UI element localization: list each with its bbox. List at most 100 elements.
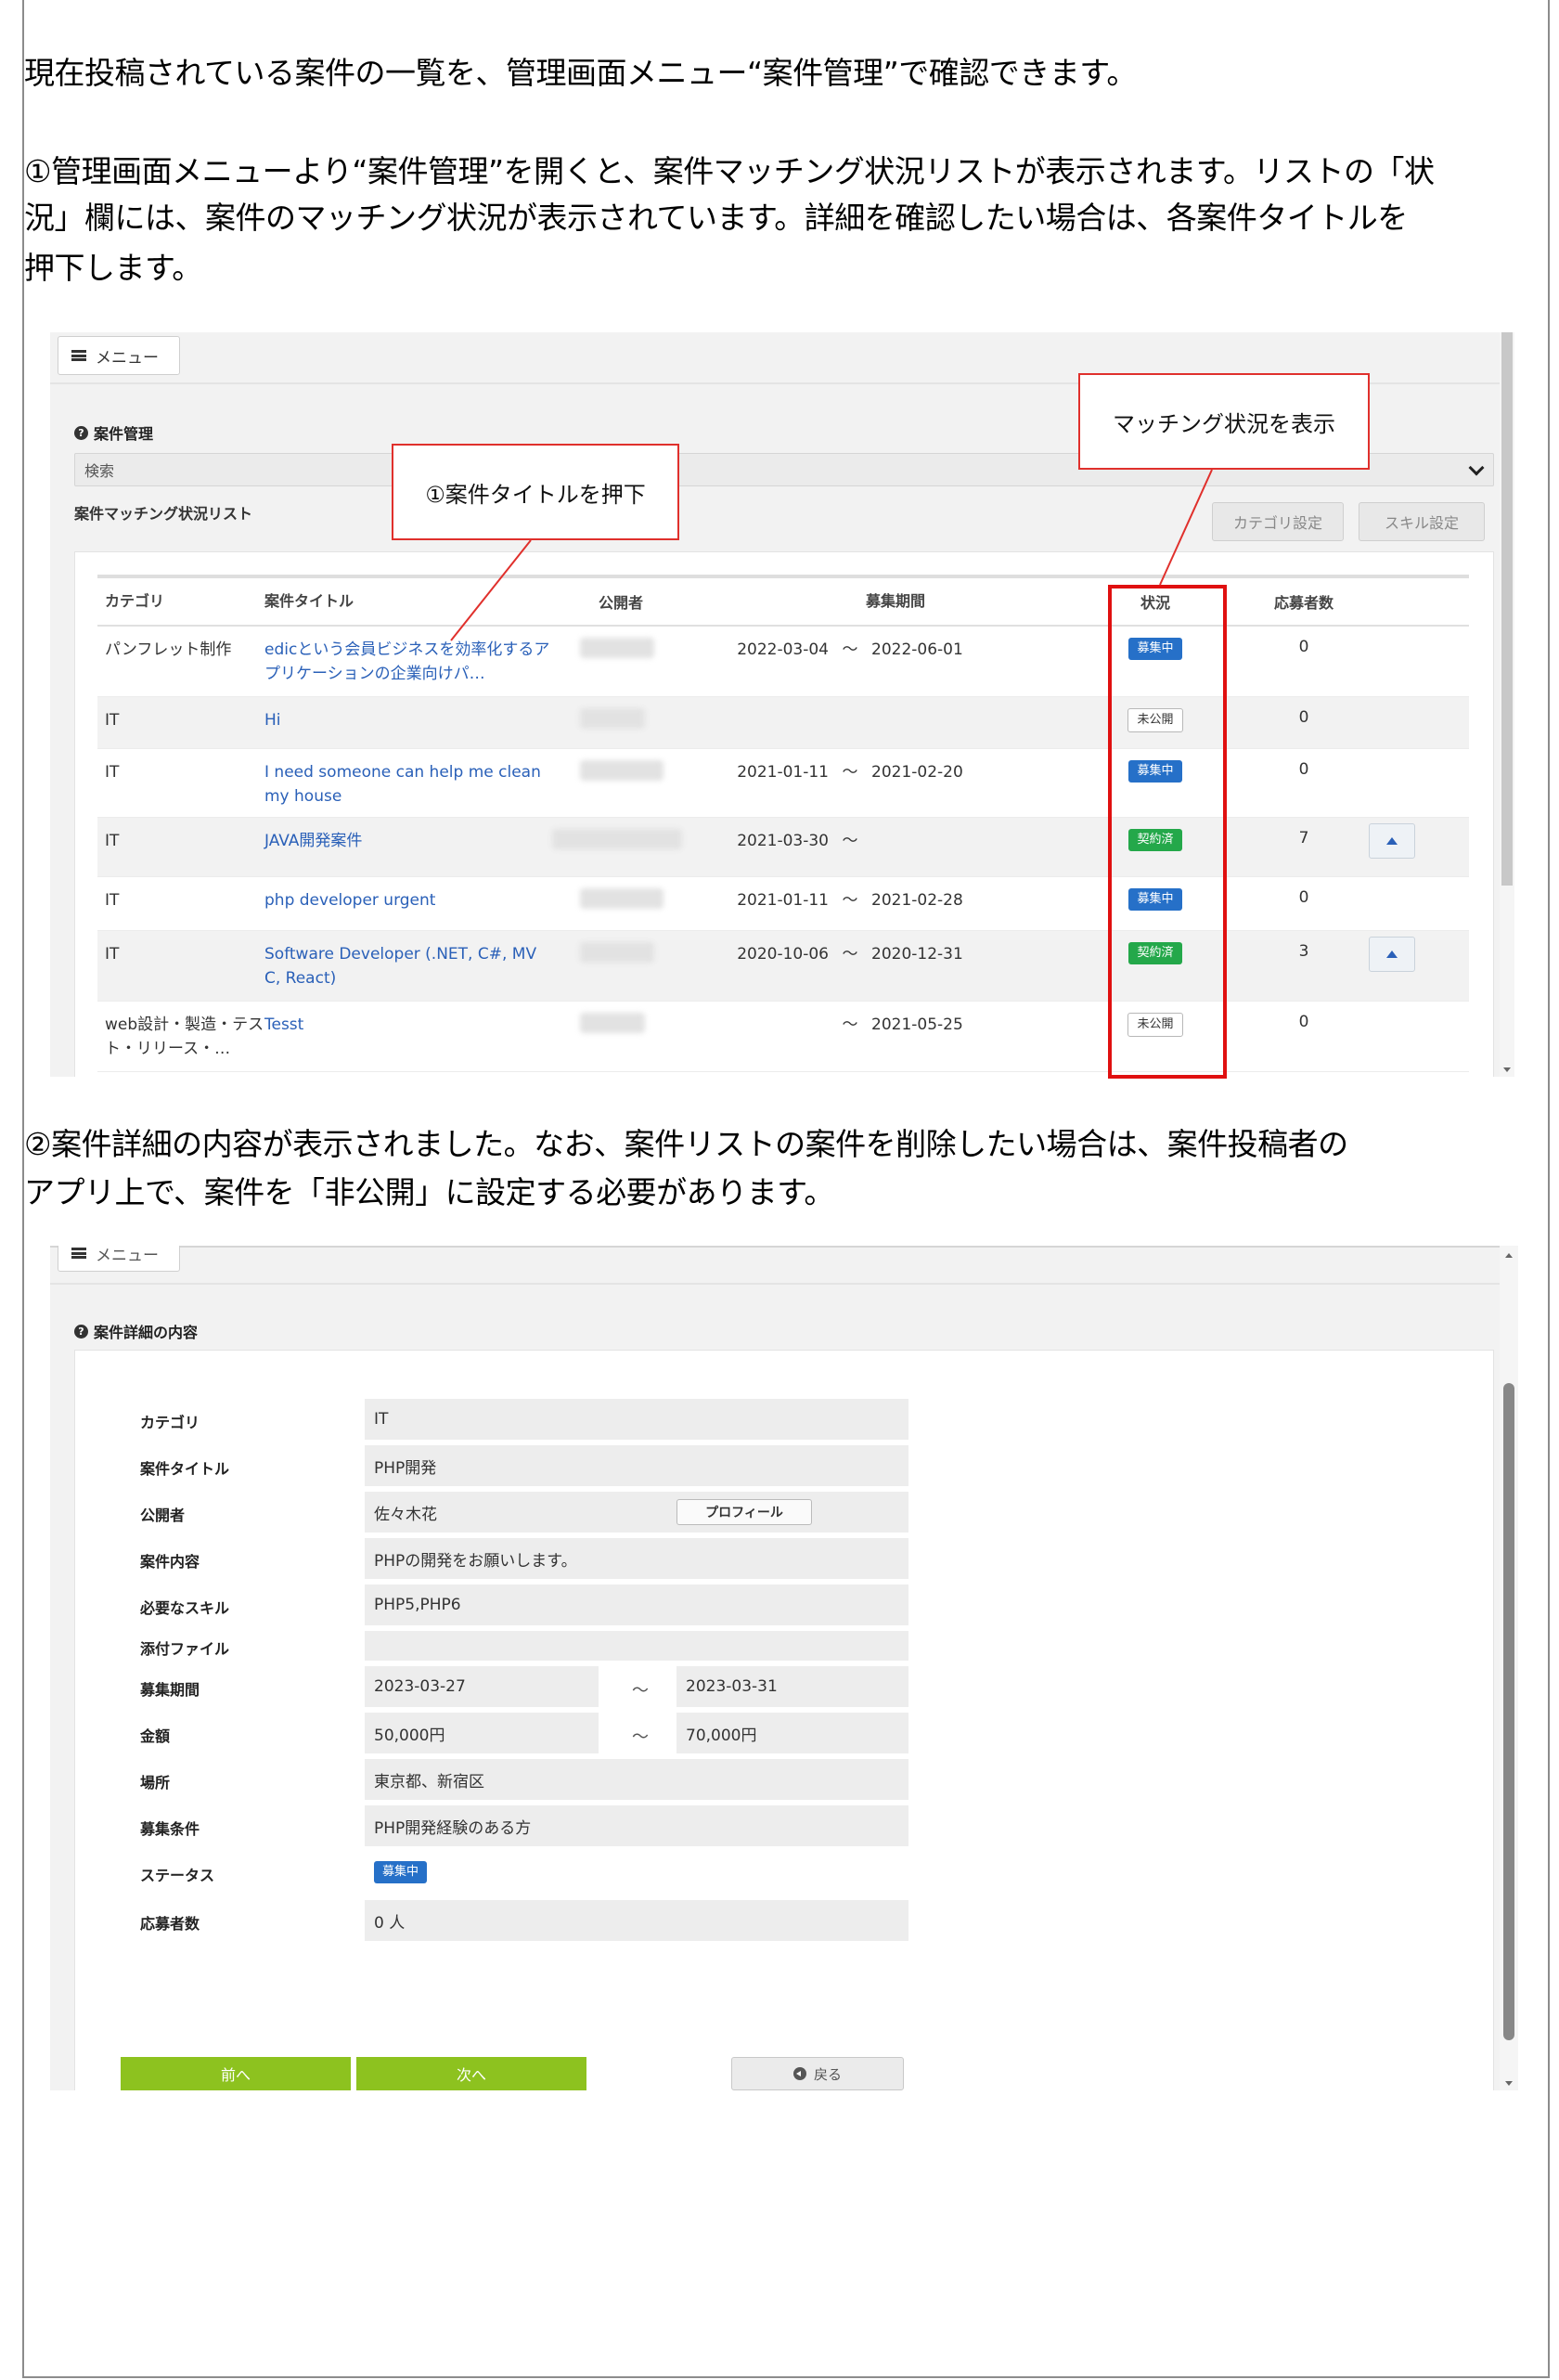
cell-applicants: 3: [1298, 942, 1309, 961]
cell-period: 2022-03-04 ～ 2022-06-01: [737, 640, 963, 659]
status-highlight-frame: [1108, 585, 1227, 1079]
step1-line3: 押下します。: [24, 250, 202, 286]
step2-line1: ②案件詳細の内容が表示されました。なお、案件リストの案件を削除したい場合は、案件…: [24, 1126, 1348, 1162]
cell-publisher: [552, 888, 719, 913]
detail-panel: カテゴリ IT 案件タイトル PHP開発 公開者 佐々木花 プロフィール 案件内…: [74, 1350, 1494, 2090]
list-scrollbar[interactable]: [1500, 332, 1514, 1077]
label-applicants: 応募者数: [140, 1915, 200, 1933]
cell-category: IT: [105, 763, 120, 782]
top-divider: [50, 1246, 1500, 1248]
callout-status: マッチング状況を表示: [1078, 373, 1370, 470]
value-amount-min: 50,000円: [365, 1713, 599, 1753]
callout-title: ①案件タイトルを押下: [392, 444, 679, 540]
label-conditions: 募集条件: [140, 1820, 200, 1838]
list-title: 案件マッチング状況リスト: [74, 505, 253, 523]
value-place: 東京都、新宿区: [365, 1759, 908, 1800]
section-title: ? 案件詳細の内容: [74, 1320, 198, 1342]
section-title-text: 案件詳細の内容: [94, 1324, 199, 1341]
cell-applicants: 0: [1298, 638, 1309, 656]
list-panel: カテゴリ 案件タイトル 公開者 募集期間 状況 応募者数 パンフレット制作 ed…: [74, 551, 1494, 1077]
col-publisher: 公開者: [599, 594, 644, 612]
table-row[interactable]: IT Hi 未公開 0: [97, 697, 1469, 749]
value-conditions: PHP開発経験のある方: [365, 1805, 908, 1846]
status-wrap: 募集中: [374, 1861, 428, 1883]
cell-title-link[interactable]: php developer urgent: [264, 888, 552, 912]
cell-title-link[interactable]: I need someone can help me clean my hous…: [264, 760, 552, 808]
cell-applicants: 0: [1298, 1013, 1309, 1031]
chevron-up-icon: [1386, 837, 1398, 845]
table-row[interactable]: IT php developer urgent 2021-01-11 ～ 2021-…: [97, 877, 1469, 931]
menu-divider: [50, 1283, 1500, 1285]
cell-publisher: [552, 760, 719, 785]
menu-label: メニュー: [96, 348, 159, 368]
back-button[interactable]: 戻る: [731, 2057, 904, 2090]
table-row[interactable]: IT I need someone can help me clean my h…: [97, 749, 1469, 818]
table-row[interactable]: IT Software Developer (.NET, C#, MVC, Re…: [97, 931, 1469, 1002]
step1-line2: 況」欄には、案件のマッチング状況が表示されています。詳細を確認したい場合は、各案…: [24, 200, 1408, 236]
label-title: 案件タイトル: [140, 1460, 230, 1478]
cell-title-link[interactable]: edicという会員ビジネスを効率化するアプリケーションの企業向けパ…: [264, 638, 552, 686]
cell-category: IT: [105, 832, 120, 850]
cell-category: IT: [105, 945, 120, 964]
matching-table: カテゴリ 案件タイトル 公開者 募集期間 状況 応募者数 パンフレット制作 ed…: [97, 575, 1469, 1072]
table-row[interactable]: IT JAVA開発案件 2021-03-30 ～ 契約済 7: [97, 818, 1469, 877]
search-label: 検索: [84, 462, 115, 480]
skill-settings-button[interactable]: スキル設定: [1359, 502, 1485, 541]
value-attachment: [365, 1631, 908, 1661]
step2-line2: アプリ上で、案件を「非公開」に設定する必要があります。: [24, 1174, 834, 1210]
value-applicants: 0 人: [365, 1900, 908, 1941]
expand-button[interactable]: [1369, 823, 1415, 859]
label-skills: 必要なスキル: [140, 1599, 230, 1617]
section-title: ? 案件管理: [74, 421, 153, 444]
help-icon: ?: [74, 1324, 88, 1339]
cell-title-link[interactable]: JAVA開発案件: [264, 829, 552, 853]
profile-button[interactable]: プロフィール: [676, 1499, 812, 1525]
cell-title-link[interactable]: Tesst: [264, 1013, 552, 1037]
label-period: 募集期間: [140, 1681, 200, 1699]
next-button[interactable]: 次へ: [356, 2057, 586, 2090]
chevron-down-icon: [1468, 459, 1485, 476]
cell-period: ～ 2021-05-25: [842, 1015, 963, 1034]
intro-text: 現在投稿されている案件の一覧を、管理画面メニュー“案件管理”で確認できます。: [24, 55, 1137, 91]
scroll-down-icon: [1503, 1067, 1511, 1072]
scroll-up-icon: [1505, 1253, 1513, 1258]
period-tilde: ～: [632, 1681, 649, 1701]
value-amount-max: 70,000円: [676, 1713, 908, 1753]
category-settings-button[interactable]: カテゴリ設定: [1212, 502, 1344, 541]
scroll-down-icon: [1505, 2081, 1513, 2086]
prev-button[interactable]: 前へ: [121, 2057, 351, 2090]
step1-line1: ①管理画面メニューより“案件管理”を開くと、案件マッチング状況リストが表示されま…: [24, 153, 1435, 189]
label-place: 場所: [140, 1774, 171, 1791]
section-title-text: 案件管理: [94, 425, 154, 443]
cell-publisher: [552, 1013, 719, 1038]
cell-publisher: [552, 942, 719, 967]
col-applicants: 応募者数: [1273, 594, 1334, 612]
cell-category: IT: [105, 711, 120, 730]
expand-button[interactable]: [1369, 937, 1415, 972]
detail-scrollbar[interactable]: [1500, 1246, 1518, 2090]
value-period-end: 2023-03-31: [676, 1666, 908, 1707]
hamburger-icon: [71, 1248, 86, 1259]
cell-applicants: 0: [1298, 760, 1309, 779]
cell-title-link[interactable]: Software Developer (.NET, C#, MVC, React…: [264, 942, 552, 990]
table-row[interactable]: web設計・製造・テスト・リリース・… Tesst ～ 2021-05-25 未公…: [97, 1002, 1469, 1072]
menu-button[interactable]: メニュー: [58, 1246, 180, 1272]
cell-publisher: [552, 829, 719, 854]
label-category: カテゴリ: [140, 1414, 200, 1431]
label-content: 案件内容: [140, 1553, 200, 1571]
scrollbar-thumb[interactable]: [1503, 1383, 1514, 2040]
cell-title-link[interactable]: Hi: [264, 708, 552, 732]
cell-period: 2020-10-06 ～ 2020-12-31: [737, 945, 963, 964]
table-header: カテゴリ 案件タイトル 公開者 募集期間 状況 応募者数: [97, 578, 1469, 627]
hamburger-icon: [71, 350, 86, 361]
back-label: 戻る: [813, 2065, 842, 2083]
value-skills: PHP5,PHP6: [365, 1585, 908, 1625]
menu-button[interactable]: メニュー: [58, 336, 180, 375]
cell-publisher: [552, 638, 719, 663]
table-row[interactable]: パンフレット制作 edicという会員ビジネスを効率化するアプリケーションの企業向…: [97, 627, 1469, 697]
scrollbar-thumb[interactable]: [1501, 332, 1513, 886]
cell-period: 2021-01-11 ～ 2021-02-28: [737, 891, 963, 910]
col-title: 案件タイトル: [264, 592, 354, 610]
label-attachment: 添付ファイル: [140, 1640, 230, 1658]
back-arrow-icon: [792, 2067, 806, 2080]
